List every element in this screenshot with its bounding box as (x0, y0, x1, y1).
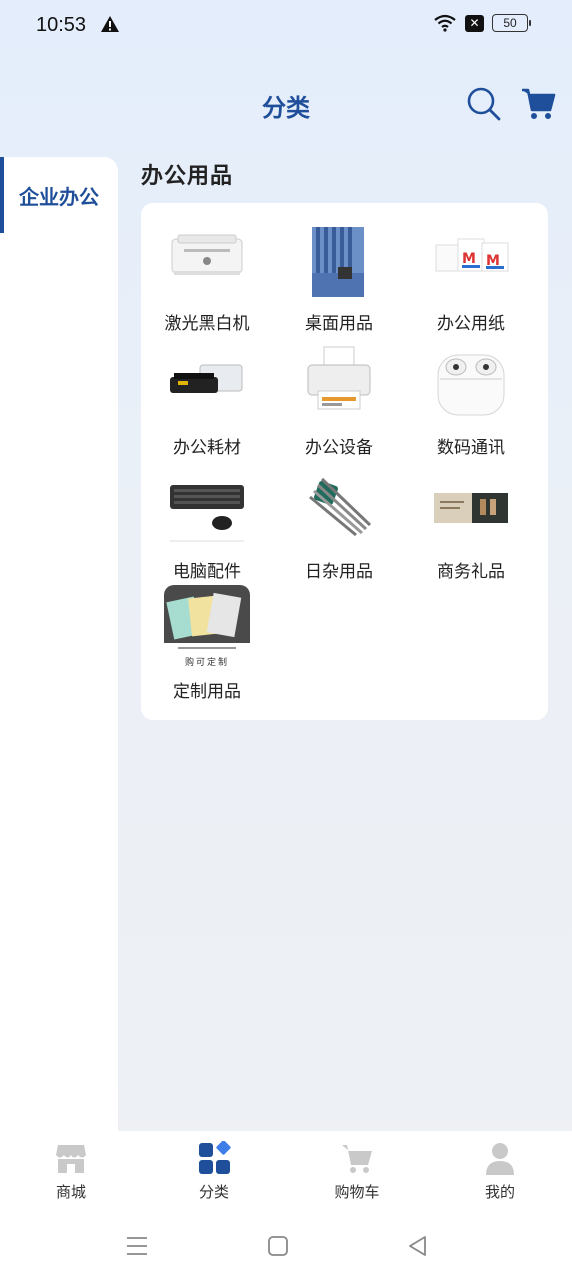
category-item[interactable]: 电脑配件 (147, 465, 267, 585)
category-name: 定制用品 (173, 682, 241, 702)
user-icon (486, 1143, 514, 1175)
nav-tab-category[interactable]: 分类 (164, 1141, 264, 1202)
category-item[interactable]: 日杂用品 (279, 465, 399, 585)
cart-icon[interactable] (520, 86, 556, 122)
status-bar: 10:53 ✕ 50 (0, 0, 572, 52)
category-item[interactable]: 激光黑白机 (147, 217, 267, 337)
category-name: 办公耗材 (173, 438, 241, 458)
category-name: 电脑配件 (173, 562, 241, 582)
system-nav-bar (0, 1211, 572, 1280)
category-item[interactable]: M M 办公用纸 (411, 217, 531, 337)
nav-tab-cart[interactable]: 购物车 (307, 1141, 407, 1202)
sidebar-item-enterprise-office[interactable]: 企业办公 (0, 157, 118, 233)
toner-cartridge-icon (170, 364, 243, 393)
sidebar-item-label: 企业办公 (19, 184, 99, 209)
custom-overlay-text: 购可定制 (184, 658, 229, 668)
warning-icon (101, 16, 119, 32)
gift-set-icon (434, 493, 508, 523)
bottom-nav: 商城 分类 购物车 我的 (0, 1131, 572, 1211)
battery-icon: 50 (492, 14, 531, 32)
hex-key-set-icon (309, 477, 372, 537)
category-name: 办公设备 (305, 438, 373, 458)
paper-ream-icon: M M (435, 238, 509, 272)
search-icon[interactable] (466, 86, 502, 122)
nav-tab-mall[interactable]: 商城 (21, 1141, 121, 1202)
category-name: 办公用纸 (437, 314, 505, 334)
category-card: 激光黑白机 桌面用品 M M 办公用纸 办公耗材 办公设备 数码通讯 电脑配件 … (141, 203, 548, 720)
category-item[interactable]: 商务礼品 (411, 465, 531, 585)
category-name: 桌面用品 (305, 314, 373, 334)
wifi-icon (434, 14, 456, 32)
status-time: 10:53 (36, 14, 87, 36)
category-item[interactable]: 购可定制 定制用品 (147, 585, 267, 705)
category-item[interactable]: 办公设备 (279, 341, 399, 461)
category-icon (199, 1141, 231, 1174)
menu-icon[interactable] (124, 1233, 150, 1259)
category-name: 商务礼品 (437, 562, 505, 582)
nav-label: 分类 (198, 1183, 229, 1201)
header: 分类 (0, 60, 572, 144)
active-indicator (0, 157, 4, 233)
cart-icon (342, 1145, 372, 1173)
category-name: 激光黑白机 (164, 314, 250, 334)
nav-label: 我的 (484, 1183, 515, 1201)
category-item[interactable]: 办公耗材 (147, 341, 267, 461)
laser-printer-icon (171, 234, 243, 275)
store-icon (56, 1145, 86, 1173)
inkjet-printer-icon (307, 346, 371, 410)
category-name: 数码通讯 (437, 438, 505, 458)
category-item[interactable]: 数码通讯 (411, 341, 531, 461)
earbuds-case-icon (437, 354, 505, 416)
keyboard-mouse-icon (170, 485, 244, 542)
nav-label: 商城 (55, 1183, 86, 1201)
category-sidebar: 企业办公 (0, 157, 118, 1132)
category-name: 日杂用品 (305, 562, 373, 582)
desk-organizer-icon (312, 227, 364, 297)
category-item[interactable]: 桌面用品 (279, 217, 399, 337)
battery-level: 50 (503, 16, 517, 30)
status-icons: ✕ 50 (433, 14, 531, 32)
svg-text:M: M (462, 251, 476, 267)
section-title: 办公用品 (141, 164, 234, 189)
nav-label: 购物车 (334, 1183, 380, 1201)
nav-tab-profile[interactable]: 我的 (450, 1141, 550, 1202)
back-icon[interactable] (405, 1233, 431, 1259)
no-sim-icon: ✕ (465, 14, 484, 32)
home-icon[interactable] (265, 1233, 291, 1259)
